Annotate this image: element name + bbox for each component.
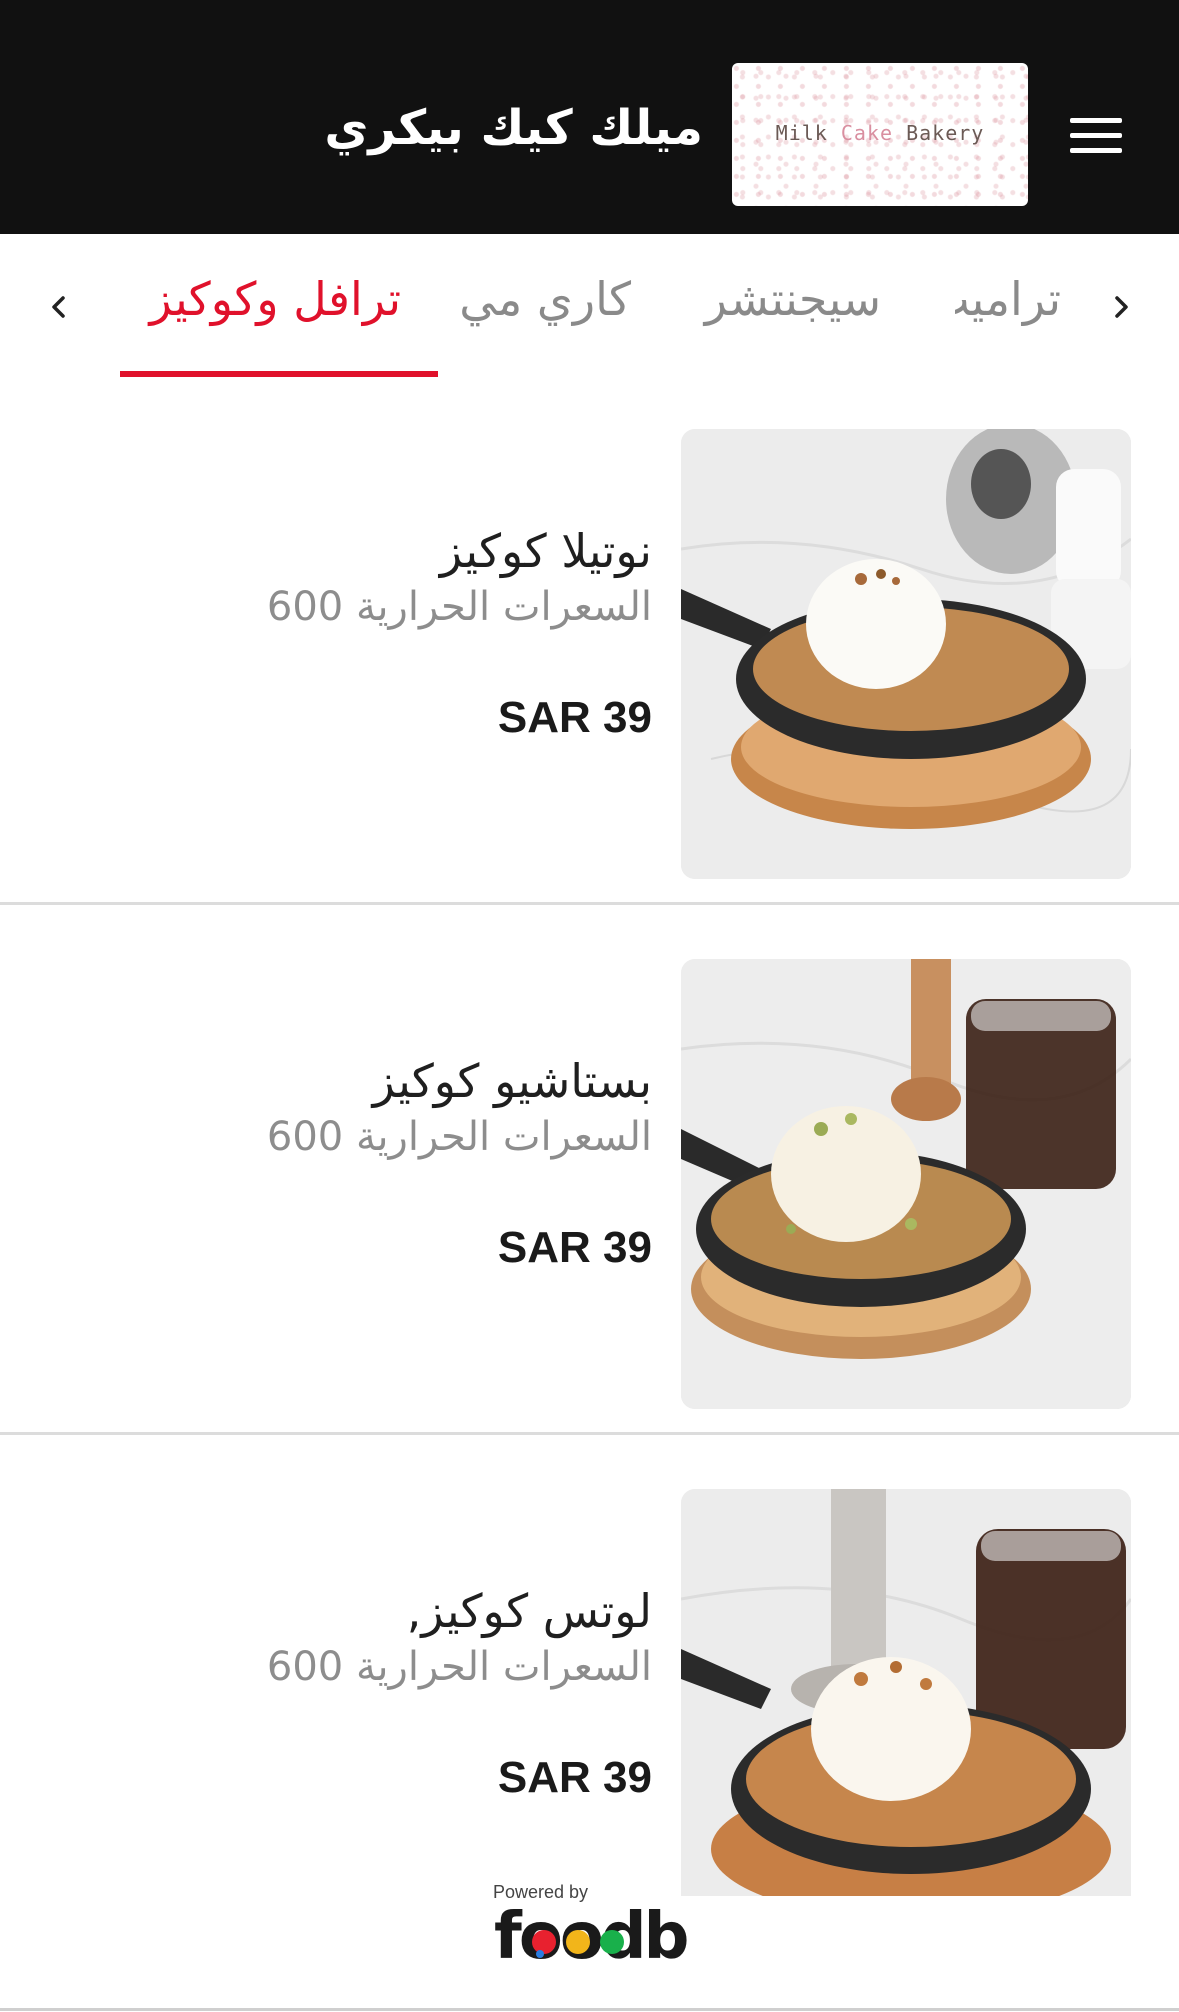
item-price: SAR 39 [497, 693, 652, 742]
menu-item[interactable]: لوتس كوكيز, السعرات الحرارية 600 SAR 39 [0, 1444, 1179, 1896]
chevron-right-icon[interactable] [1106, 292, 1136, 322]
divider [0, 902, 1179, 905]
tab-curry-me[interactable]: كاري مي [459, 272, 631, 326]
tab-signature[interactable]: سيجنتشر [705, 272, 881, 326]
item-name: بستاشيو كوكيز [372, 1054, 652, 1108]
foodbit-logo[interactable]: foodbit [492, 1898, 738, 1974]
nutella-cookie-image [681, 429, 1131, 879]
chevron-left-icon[interactable] [44, 292, 74, 322]
active-tab-indicator [120, 371, 438, 377]
divider [0, 1432, 1179, 1435]
tab-truffle-cookies[interactable]: ترافل وكوكيز [150, 272, 401, 326]
item-calories: السعرات الحرارية 600 [266, 1114, 652, 1160]
brand-title: ميلك كيك بيكري [324, 100, 703, 156]
item-price: SAR 39 [497, 1223, 652, 1272]
app-header: Milk Cake Bakery ميلك كيك بيكري [0, 0, 1179, 234]
item-price: SAR 39 [497, 1753, 652, 1802]
bottom-divider [0, 2008, 1179, 2011]
brand-logo: Milk Cake Bakery [732, 63, 1028, 206]
item-calories: السعرات الحرارية 600 [266, 584, 652, 630]
item-name: نوتيلا كوكيز [439, 524, 652, 578]
lotus-cookie-image [681, 1489, 1131, 1896]
menu-item[interactable]: بستاشيو كوكيز السعرات الحرارية 600 SAR 3… [0, 914, 1179, 1444]
svg-text:foodbit: foodbit [494, 1900, 688, 1970]
tab-tiramisu[interactable]: تراميت [955, 272, 1061, 326]
category-tabs: ترافل وكوكيز كاري مي سيجنتشر تراميت [0, 234, 1179, 384]
hamburger-menu-icon[interactable] [1070, 118, 1126, 154]
pistachio-cookie-image [681, 959, 1131, 1409]
item-calories: السعرات الحرارية 600 [266, 1644, 652, 1690]
item-name: لوتس كوكيز, [406, 1584, 652, 1638]
menu-item[interactable]: نوتيلا كوكيز السعرات الحرارية 600 SAR 39 [0, 384, 1179, 914]
